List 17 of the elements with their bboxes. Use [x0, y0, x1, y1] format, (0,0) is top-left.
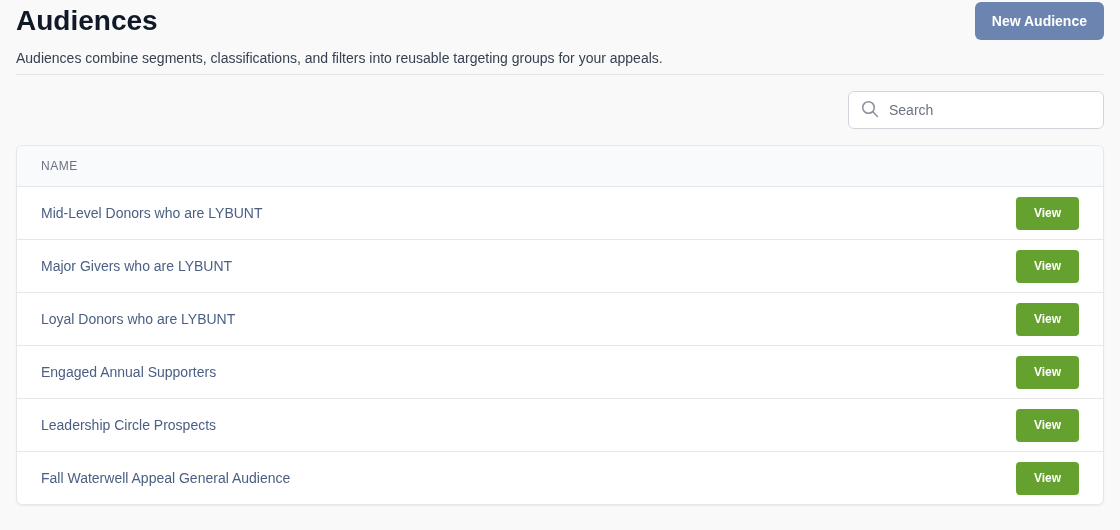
- view-button[interactable]: View: [1016, 302, 1079, 336]
- audience-name[interactable]: Loyal Donors who are LYBUNT: [41, 311, 236, 327]
- search-field[interactable]: Search: [848, 91, 1104, 129]
- page-description: Audiences combine segments, classifications, and filters into reusable targeting groups for your appeals.: [16, 50, 663, 66]
- audience-name[interactable]: Major Givers who are LYBUNT: [41, 258, 233, 274]
- audience-name[interactable]: Mid-Level Donors who are LYBUNT: [41, 205, 263, 221]
- new-audience-button[interactable]: New Audience: [974, 2, 1104, 40]
- column-header: NAME: [41, 159, 78, 173]
- page-title: Audiences: [16, 4, 159, 38]
- view-button[interactable]: View: [1016, 196, 1079, 230]
- audience-name[interactable]: Fall Waterwell Appeal General Audience: [41, 470, 291, 486]
- view-button[interactable]: View: [1016, 249, 1079, 283]
- view-button[interactable]: View: [1016, 461, 1079, 495]
- audience-name[interactable]: Leadership Circle Prospects: [41, 417, 217, 433]
- view-button[interactable]: View: [1016, 408, 1079, 442]
- audience-name[interactable]: Engaged Annual Supporters: [41, 364, 217, 380]
- view-button[interactable]: View: [1016, 355, 1079, 389]
